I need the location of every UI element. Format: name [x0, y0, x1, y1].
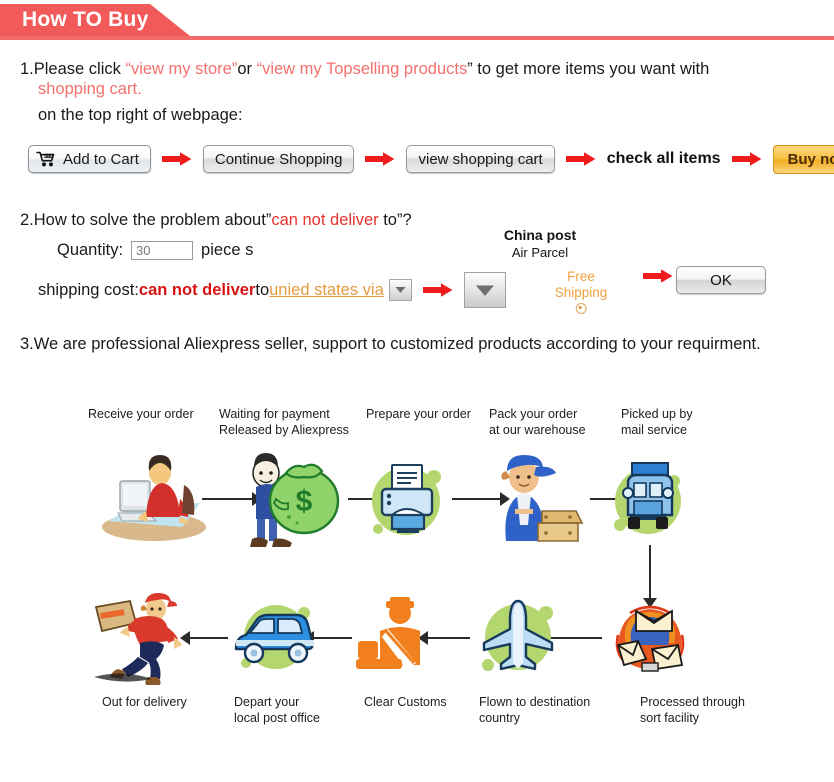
- destination-select-value[interactable]: unied states via: [269, 279, 384, 301]
- step1-mid: or: [237, 60, 257, 78]
- airplane-icon: [470, 593, 564, 683]
- shipping-method-dropdown-button[interactable]: [463, 272, 506, 308]
- check-all-items-label: check all items: [606, 150, 721, 167]
- step2-line1: 2.How to solve the problem about”can not…: [20, 209, 412, 231]
- flow-label-waiting-for-payment: Waiting for payment Released by Aliexpre…: [219, 407, 349, 437]
- money-bag-icon: $: [240, 451, 350, 549]
- customs-officer-icon: [352, 597, 438, 679]
- link-view-topselling-products[interactable]: view my Topselling products: [262, 60, 467, 78]
- view-shopping-cart-button[interactable]: view shopping cart: [406, 145, 555, 173]
- purchase-flow-buttons: Add to Cart Continue Shopping view shopp…: [28, 143, 834, 175]
- free-shipping-line1: Free: [567, 269, 595, 284]
- flow-label-processed-through-sort-facility: Processed through sort facility: [640, 695, 745, 725]
- free-shipping-option[interactable]: Free Shipping: [554, 269, 608, 315]
- flow-label-prepare-your-order: Prepare your order: [366, 407, 471, 421]
- delivery-truck-icon: [604, 451, 696, 547]
- quantity-label: Quantity:: [57, 241, 124, 259]
- red-arrow-right-icon: [731, 151, 762, 167]
- shipping-cannot-deliver: can not deliver: [138, 280, 256, 299]
- piece-label: piece s: [201, 241, 254, 259]
- step1-tail: to get more items you want with: [472, 60, 710, 78]
- flow-label-depart-local-post-office: Depart your local post office: [234, 695, 320, 725]
- header-divider: [0, 36, 834, 40]
- red-arrow-right-icon: [643, 268, 673, 284]
- flow-connector-arrow: [649, 545, 651, 599]
- shipping-to-label: to: [255, 280, 270, 299]
- view-shopping-cart-label: view shopping cart: [418, 150, 543, 168]
- flow-label-out-for-delivery: Out for delivery: [102, 695, 187, 709]
- step1-line3: on the top right of webpage:: [38, 106, 243, 124]
- shipping-cost-label: shipping cost:: [38, 280, 139, 299]
- shipping-cost-row: shipping cost: can not deliver to unied s…: [38, 272, 506, 308]
- ok-label: OK: [710, 271, 732, 289]
- step3-text: 3.We are professional Aliexpress seller,…: [20, 335, 761, 353]
- red-arrow-right-icon: [161, 151, 192, 167]
- quantity-row: Quantity: piece s: [57, 239, 253, 261]
- quantity-input[interactable]: [131, 240, 194, 260]
- continue-shopping-button[interactable]: Continue Shopping: [202, 145, 355, 173]
- radio-selected-icon[interactable]: [575, 303, 587, 315]
- link-view-my-store[interactable]: view my store: [131, 60, 232, 78]
- carrier-subtitle: Air Parcel: [511, 245, 569, 260]
- step1-lead: Please click: [33, 60, 126, 78]
- ok-button[interactable]: OK: [676, 266, 766, 294]
- add-to-cart-button[interactable]: Add to Cart: [28, 145, 151, 173]
- page-header: How TO Buy: [0, 0, 834, 44]
- chevron-down-icon[interactable]: [388, 279, 412, 301]
- step1-line1: 1.Please click “view my store”or “view m…: [20, 58, 709, 80]
- carrier-title: China post: [503, 227, 577, 243]
- red-arrow-right-icon: [422, 282, 453, 298]
- courier-running-icon: [90, 589, 194, 685]
- shipping-process-diagram: Receive your order Waiting for payment R…: [0, 385, 834, 735]
- free-shipping-line2: Shipping: [554, 284, 608, 300]
- person-at-computer-icon: [96, 455, 216, 545]
- step2-line1-b: to”?: [378, 211, 412, 229]
- flow-label-pack-your-order: Pack your order at our warehouse: [489, 407, 586, 437]
- buy-now-button[interactable]: Buy now: [772, 144, 834, 174]
- shopping-cart-icon: [36, 151, 56, 167]
- step2-cannot-deliver: can not deliver: [271, 211, 379, 229]
- step2-line1-a: How to solve the problem about”: [33, 211, 272, 229]
- link-shopping-cart[interactable]: shopping cart.: [38, 78, 142, 100]
- delivery-van-icon: [226, 595, 324, 679]
- flow-label-flown-to-destination: Flown to destination country: [479, 695, 591, 725]
- continue-shopping-label: Continue Shopping: [214, 150, 343, 168]
- flow-label-picked-up-by-mail-service: Picked up by mail service: [621, 407, 693, 437]
- printer-icon: [362, 455, 454, 547]
- flow-label-receive-your-order: Receive your order: [88, 407, 194, 421]
- step2-number: 2.: [20, 211, 34, 229]
- worker-with-boxes-icon: [484, 451, 594, 547]
- page-title: How TO Buy: [22, 8, 149, 31]
- mail-sorting-icon: [602, 597, 698, 683]
- svg-text:$: $: [296, 485, 313, 518]
- red-arrow-right-icon: [365, 151, 395, 167]
- add-to-cart-label: Add to Cart: [63, 150, 139, 168]
- step1-number: 1.: [20, 60, 34, 78]
- carrier-block: China post Air Parcel: [504, 227, 576, 260]
- red-arrow-right-icon: [565, 151, 596, 167]
- buy-now-label: Buy now: [787, 150, 834, 168]
- flow-label-clear-customs: Clear Customs: [364, 695, 447, 709]
